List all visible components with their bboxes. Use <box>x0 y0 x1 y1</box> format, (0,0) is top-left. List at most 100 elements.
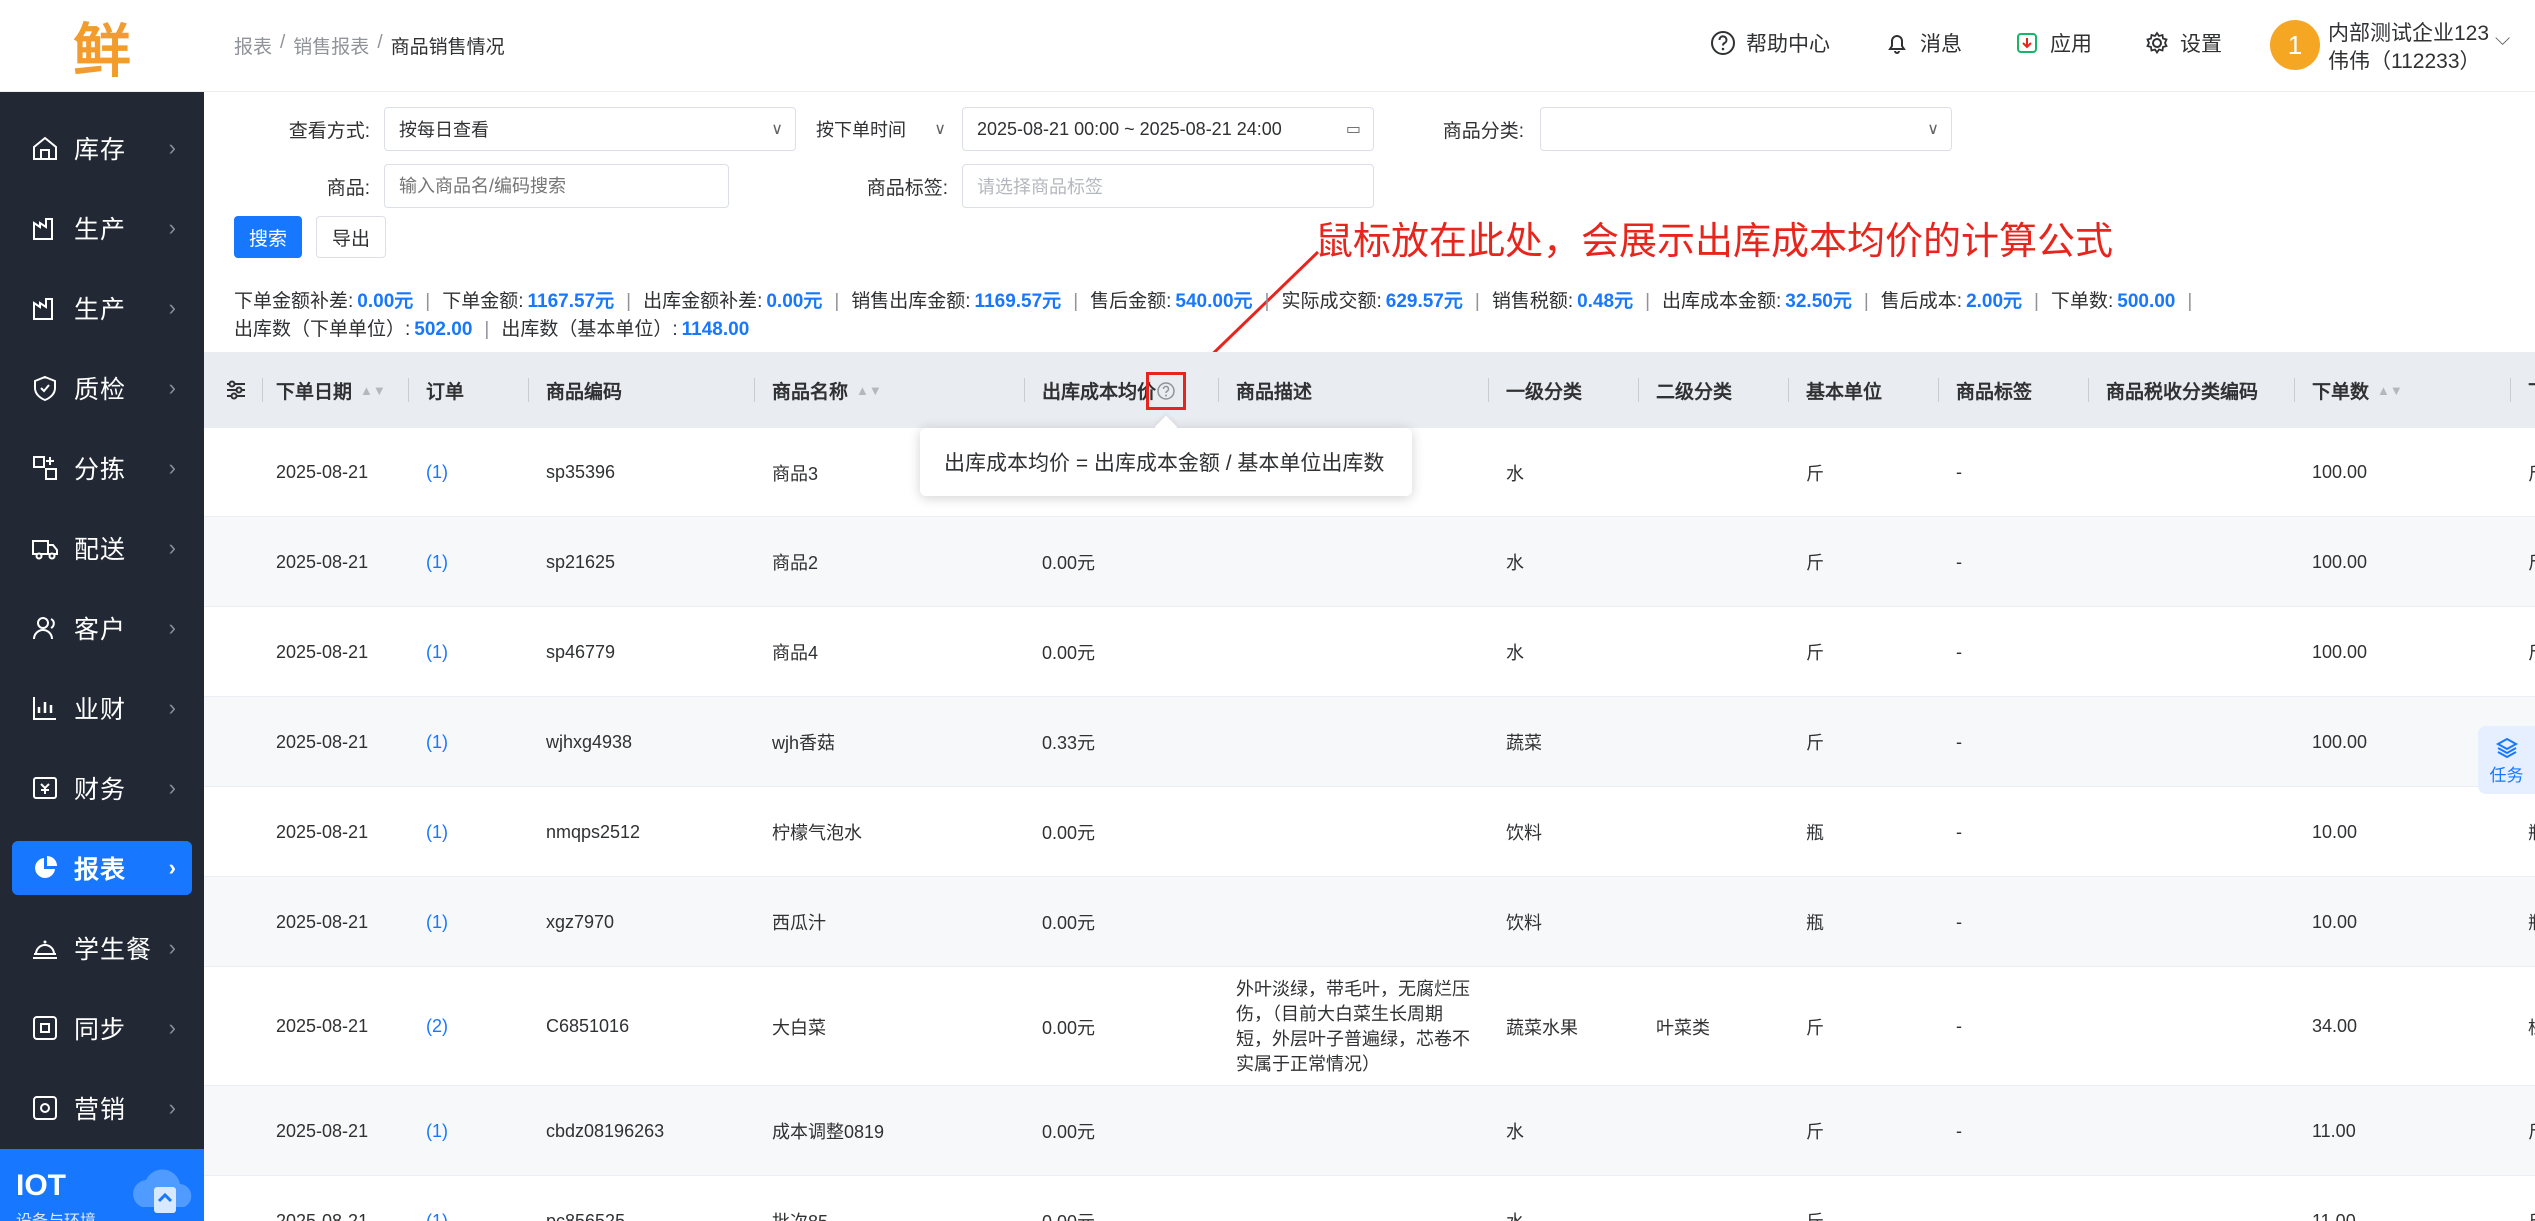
sidebar-item-label: 生产 <box>74 296 127 324</box>
cell-order[interactable]: (1) <box>426 517 448 607</box>
sidebar-item[interactable]: 报表 › <box>0 828 204 908</box>
cell-order[interactable]: (1) <box>426 428 448 517</box>
view-mode-select[interactable]: 按每日查看 ∨ <box>384 107 796 151</box>
sidebar-item[interactable]: 同步 › <box>0 988 204 1068</box>
sidebar: 鲜 库存 › 生产 › 生产 › 质检 › 分拣 › 配送 › 客户 › 业财 › 财务 › 报表 › 学生餐 › 同步 › 营… <box>0 0 204 1221</box>
summary-separator: | <box>1073 291 1079 312</box>
column-header: 订单 <box>426 352 464 428</box>
summary-label: 下单金额: <box>442 291 524 312</box>
meal-icon <box>33 940 57 959</box>
cell-avg_cost: 0.00元 <box>1042 913 1096 933</box>
sort-icon[interactable]: ▲▼ <box>2377 383 2403 398</box>
column-divider <box>408 378 409 402</box>
product-search-input[interactable] <box>384 164 729 208</box>
tooltip-text: 出库成本均价 = 出库成本金额 / 基本单位出库数 <box>944 452 1385 475</box>
cell-tag: - <box>1956 551 1962 572</box>
sidebar-item[interactable]: 质检 › <box>0 348 204 428</box>
cell-tag: - <box>1956 462 1962 482</box>
table-row[interactable]: 2025-08-21 (2) C6851016 大白菜 0.00元 外叶淡绿，带毛叶，无腐… <box>204 967 2535 1086</box>
breadcrumb-separator: / <box>377 32 383 53</box>
table-row[interactable]: 2025-08-21 (1) sp21625 商品2 0.00元 水 斤 - 100.00 斤 <box>204 517 2535 607</box>
messages-button[interactable]: 消息 <box>1884 28 1962 58</box>
cell-extra: 瓶 <box>2528 787 2535 877</box>
sidebar-item[interactable]: 业财 › <box>0 668 204 748</box>
sidebar-item[interactable]: 生产 › <box>0 268 204 348</box>
cell-desc <box>1236 607 1481 697</box>
summary-separator: | <box>1645 291 1651 312</box>
table-row[interactable]: 2025-08-21 (1) xgz7970 西瓜汁 0.00元 饮料 瓶 - 10.00 瓶 <box>204 877 2535 967</box>
app-root: 鲜 库存 › 生产 › 生产 › 质检 › 分拣 › 配送 › 客户 › 业财 › 财务 › 报表 › 学生餐 › 同步 › 营… <box>0 0 2535 1221</box>
column-divider <box>1638 378 1639 402</box>
cell-order[interactable]: (1) <box>426 1086 448 1176</box>
cell-desc <box>1236 787 1481 877</box>
cell-order[interactable]: (1) <box>426 697 448 787</box>
summary-value: 629.57元 <box>1385 291 1463 312</box>
summary-label: 下单数: <box>2050 291 2114 312</box>
column-divider <box>1788 378 1789 402</box>
cell-code: sp46779 <box>546 641 616 662</box>
cell-order[interactable]: (1) <box>426 787 448 877</box>
column-header[interactable]: 下单日期 ▲▼ <box>276 352 386 428</box>
column-settings-button[interactable] <box>224 352 248 428</box>
cell-order[interactable]: (1) <box>426 877 448 967</box>
summary-label: 销售税额: <box>1491 291 1574 312</box>
sidebar-item-label: 同步 <box>74 1016 127 1044</box>
breadcrumb-item[interactable]: 销售报表 <box>293 32 369 59</box>
cell-date: 2025-08-21 <box>276 1120 369 1141</box>
sidebar-item-label: 生产 <box>74 216 127 244</box>
iot-banner[interactable]: IOT 设备与环境 <box>0 1149 204 1221</box>
sort-icon[interactable]: ▲▼ <box>360 383 386 398</box>
sidebar-item[interactable]: 财务 › <box>0 748 204 828</box>
company-name[interactable]: 内部测试企业123 <box>2328 17 2489 47</box>
export-button[interactable]: 导出 <box>316 216 386 258</box>
sidebar-item[interactable]: 生产 › <box>0 188 204 268</box>
cell-order[interactable]: (1) <box>426 607 448 697</box>
time-type-select[interactable]: 按下单时间 ∨ <box>802 107 958 151</box>
logo[interactable]: 鲜 <box>0 0 204 92</box>
summary-label: 出库数（下单单位）: <box>234 319 411 340</box>
avatar[interactable]: 1 <box>2270 20 2320 70</box>
summary-separator: | <box>834 291 840 312</box>
avg-cost-help-icon[interactable] <box>1146 372 1186 410</box>
sidebar-item[interactable]: 库存 › <box>0 108 204 188</box>
date-range-picker[interactable]: 2025-08-21 00:00 ~ 2025-08-21 24:00 ▭ <box>962 107 1374 151</box>
search-button[interactable]: 搜索 <box>234 216 302 258</box>
table-row[interactable]: 2025-08-21 (1) wjhxg4938 wjh香菇 0.33元 蔬菜 斤 - 100.… <box>204 697 2535 787</box>
cell-name: 成本调整0819 <box>772 1122 885 1142</box>
column-header[interactable]: 商品名称 ▲▼ <box>772 352 882 428</box>
settings-button[interactable]: 设置 <box>2144 28 2222 58</box>
product-tag-select[interactable]: 请选择商品标签 <box>962 164 1374 208</box>
task-float-button[interactable]: 任务 <box>2478 726 2535 794</box>
download-box-icon <box>2017 33 2037 53</box>
breadcrumb-item[interactable]: 报表 <box>234 32 272 59</box>
sidebar-item[interactable]: 营销 › <box>0 1068 204 1148</box>
table-row[interactable]: 2025-08-21 (1) pc856525 批次85 0.00元 水 斤 - 11.00 斤 <box>204 1176 2535 1221</box>
column-header[interactable]: 下单数 ▲▼ <box>2312 352 2403 428</box>
column-header-label: 商品描述 <box>1236 381 1313 403</box>
summary-label: 出库金额补差: <box>643 291 763 312</box>
column-divider <box>1024 378 1025 402</box>
help-center-button[interactable]: 帮助中心 <box>1710 28 1830 58</box>
breadcrumb-current: 商品销售情况 <box>390 37 505 58</box>
sidebar-item[interactable]: 客户 › <box>0 588 204 668</box>
sidebar-item[interactable]: 学生餐 › <box>0 908 204 988</box>
cell-desc <box>1236 1086 1481 1176</box>
cell-order[interactable]: (1) <box>426 1176 448 1221</box>
user-name[interactable]: 伟伟（112233） <box>2328 45 2481 75</box>
chevron-right-icon: › <box>168 535 176 560</box>
sort-icon[interactable]: ▲▼ <box>856 383 882 398</box>
table-row[interactable]: 2025-08-21 (1) cbdz08196263 成本调整0819 0.00元 水 斤… <box>204 1086 2535 1176</box>
chevron-down-icon[interactable]: ⌵ <box>2495 28 2510 51</box>
cell-desc <box>1236 877 1481 967</box>
category-select[interactable]: ∨ <box>1540 107 1952 151</box>
sidebar-item[interactable]: 分拣 › <box>0 428 204 508</box>
apps-button[interactable]: 应用 <box>2014 28 2092 58</box>
cell-extra: 瓶 <box>2528 877 2535 967</box>
table-row[interactable]: 2025-08-21 (1) sp46779 商品4 0.00元 水 斤 - 100.00 斤 <box>204 607 2535 697</box>
cell-order[interactable]: (2) <box>426 967 448 1086</box>
summary-separator: | <box>2187 291 2193 312</box>
cell-code: wjhxg4938 <box>546 731 633 752</box>
table-row[interactable]: 2025-08-21 (1) nmqps2512 柠檬气泡水 0.00元 饮料 瓶 - 10.0… <box>204 787 2535 877</box>
cell-cat1: 水 <box>1506 1122 1524 1142</box>
sidebar-item[interactable]: 配送 › <box>0 508 204 588</box>
